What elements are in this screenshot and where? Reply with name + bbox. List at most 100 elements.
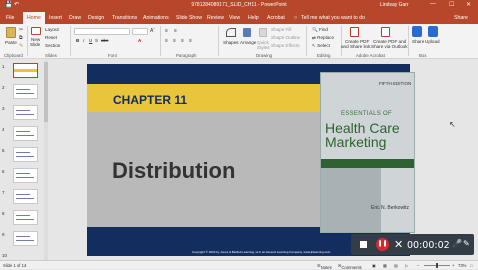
tab-insert[interactable]: Insert: [49, 15, 62, 21]
tell-me-search[interactable]: Tell me what you want to do: [301, 15, 365, 21]
minimize-button[interactable]: —: [430, 1, 436, 7]
notes-label: Notes: [320, 265, 332, 270]
select-button[interactable]: ↖ Select: [312, 43, 330, 49]
stop-icon[interactable]: [360, 241, 367, 248]
justify-icon[interactable]: ≡: [189, 38, 192, 44]
tab-home[interactable]: Home: [23, 12, 45, 24]
slide-thumbnail-6[interactable]: [13, 168, 38, 183]
tab-slide-show[interactable]: Slide Show: [176, 15, 202, 21]
tab-draw[interactable]: Draw: [69, 15, 81, 21]
mic-icon[interactable]: 🎤: [452, 239, 462, 248]
maximize-button[interactable]: ☐: [449, 1, 454, 8]
book-edition: FIFTH EDITION: [379, 81, 412, 86]
zoom-out-icon[interactable]: −: [417, 263, 419, 268]
reading-view-icon[interactable]: ▤: [394, 263, 398, 268]
slide-thumbnail-4[interactable]: [13, 126, 38, 141]
slide-title[interactable]: Distribution: [112, 158, 235, 184]
chapter-heading[interactable]: CHAPTER 11: [113, 93, 187, 107]
font-size-dropdown[interactable]: [132, 28, 148, 35]
close-button[interactable]: ✕: [466, 1, 471, 8]
tab-view[interactable]: View: [229, 15, 240, 21]
pause-icon[interactable]: ❚❚: [376, 238, 389, 251]
slide-thumbnail-1[interactable]: [13, 63, 38, 78]
thumbnail-scrollbar[interactable]: [44, 60, 48, 260]
section-button[interactable]: Section: [45, 43, 60, 48]
zoom-slider-knob[interactable]: [436, 263, 438, 268]
quick-styles-icon[interactable]: [259, 28, 267, 37]
ribbon-home: Paste ✂ ⧉ ✎ Clipboard New Slide Layout R…: [0, 24, 478, 59]
book-cover-image[interactable]: FIFTH EDITION ESSENTIALS OF Health Care …: [320, 72, 415, 233]
slide-thumbnail-7[interactable]: [13, 189, 38, 204]
numbering-icon[interactable]: ≡: [174, 28, 177, 34]
align-left-icon[interactable]: ≡: [165, 38, 168, 44]
shape-fill-button[interactable]: Shape Fill: [271, 27, 291, 32]
bold-button[interactable]: B: [76, 38, 79, 43]
shape-outline-button[interactable]: Shape Outline: [271, 35, 300, 40]
replace-button[interactable]: ⇄ Replace: [312, 35, 334, 41]
book-title: Health Care Marketing: [325, 121, 400, 149]
tab-review[interactable]: Review: [207, 15, 224, 21]
create-pdf-share-link-icon[interactable]: [350, 27, 359, 37]
box-share-icon[interactable]: [412, 26, 422, 37]
shapes-icon[interactable]: [226, 28, 236, 37]
thumbnail-number: 8: [2, 211, 5, 216]
thumbnail-number: 9: [2, 232, 5, 237]
shape-effects-button[interactable]: Shape Effects: [271, 43, 300, 48]
slide-thumbnail-3[interactable]: [13, 105, 38, 120]
scrollbar-thumb[interactable]: [44, 62, 48, 122]
select-label: Select: [317, 43, 330, 48]
close-icon[interactable]: ✕: [394, 238, 403, 251]
user-name[interactable]: Lindsay Garr: [380, 2, 409, 8]
copy-icon[interactable]: ⧉: [19, 35, 23, 41]
separator: [306, 26, 307, 56]
arrange-icon[interactable]: [243, 28, 251, 37]
book-photo: [321, 168, 381, 232]
comments-button[interactable]: ✉ Comments: [338, 263, 362, 270]
book-stripe: [321, 159, 414, 168]
tab-transitions[interactable]: Transitions: [112, 15, 137, 21]
tab-acrobat[interactable]: Acrobat: [267, 15, 285, 21]
slide-thumbnail-8[interactable]: [13, 210, 38, 225]
box-group-label: Box: [419, 53, 427, 58]
tab-design[interactable]: Design: [88, 15, 104, 21]
notes-button[interactable]: ☰ Notes: [317, 263, 332, 270]
font-name-dropdown[interactable]: [74, 28, 130, 35]
font-color-button[interactable]: A: [138, 38, 141, 43]
separator: [160, 26, 161, 56]
new-slide-icon[interactable]: [31, 27, 41, 35]
slideshow-icon[interactable]: ▷: [405, 263, 408, 268]
slide-sorter-icon[interactable]: ▦: [383, 263, 387, 268]
find-button[interactable]: 🔍 Find: [312, 27, 328, 33]
box-upload-icon[interactable]: [428, 26, 438, 37]
bullets-icon[interactable]: ≡: [165, 28, 168, 34]
tab-file[interactable]: File: [6, 15, 14, 21]
slide-thumbnail-5[interactable]: [13, 147, 38, 162]
paste-icon[interactable]: [6, 27, 16, 38]
slide-thumbnail-9[interactable]: [13, 231, 38, 246]
replace-label: Replace: [317, 35, 334, 40]
arrange-label: Arrange: [240, 40, 257, 45]
slide-thumbnail-2[interactable]: [13, 84, 38, 99]
align-right-icon[interactable]: ≡: [181, 38, 184, 44]
zoom-in-icon[interactable]: +: [452, 263, 454, 268]
fit-slide-icon[interactable]: □: [470, 263, 473, 268]
strikethrough-button[interactable]: abc: [101, 38, 108, 43]
shadow-button[interactable]: S: [95, 38, 98, 43]
grow-font-icon[interactable]: Aˆ: [150, 28, 155, 34]
cut-icon[interactable]: ✂: [19, 27, 23, 33]
italic-button[interactable]: I: [83, 38, 84, 43]
share-button[interactable]: Share: [454, 15, 468, 21]
tab-help[interactable]: Help: [248, 15, 259, 21]
create-pdf-label-2: and Share link: [341, 44, 371, 49]
pen-icon[interactable]: ✎: [463, 239, 470, 248]
underline-button[interactable]: U: [89, 38, 92, 43]
layout-button[interactable]: Layout: [45, 27, 59, 32]
zoom-level[interactable]: 73%: [458, 263, 466, 268]
align-center-icon[interactable]: ≡: [173, 38, 176, 44]
normal-view-icon[interactable]: ▣: [372, 263, 376, 268]
create-pdf-outlook-icon[interactable]: [381, 27, 390, 37]
reset-button[interactable]: Reset: [45, 35, 57, 40]
tab-animations[interactable]: Animations: [143, 15, 169, 21]
format-painter-icon[interactable]: ✎: [19, 43, 23, 49]
separator: [70, 26, 71, 56]
